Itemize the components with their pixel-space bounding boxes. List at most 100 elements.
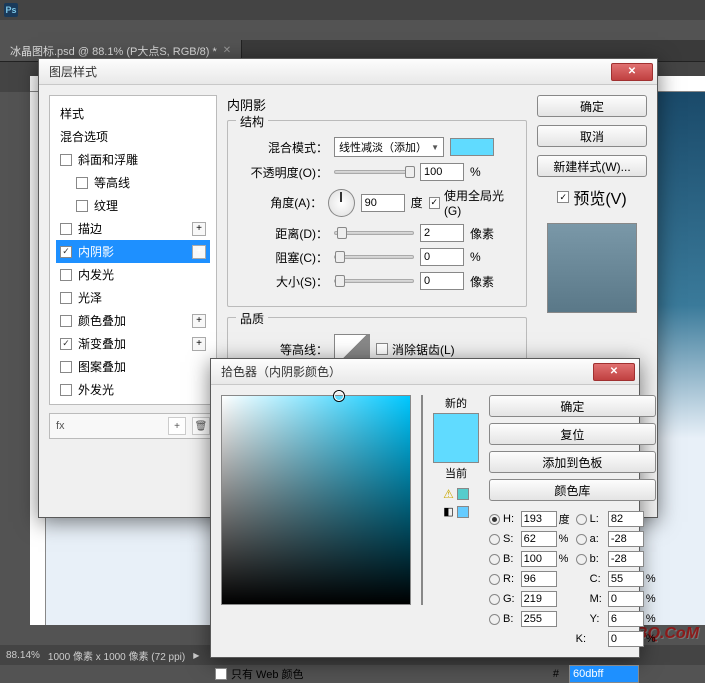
add-swatch-button[interactable]: 添加到色板 bbox=[489, 451, 656, 473]
choke-slider[interactable] bbox=[334, 255, 414, 259]
fx-toolbar: fx + 🗑 bbox=[49, 413, 217, 439]
menu-bar[interactable] bbox=[0, 20, 705, 40]
channel-input[interactable] bbox=[521, 611, 557, 627]
color-libraries-button[interactable]: 颜色库 bbox=[489, 479, 656, 501]
websafe-swatch[interactable] bbox=[457, 506, 469, 518]
new-current-swatch[interactable] bbox=[433, 413, 479, 463]
style-checkbox[interactable] bbox=[76, 200, 88, 212]
blend-mode-select[interactable]: 线性减淡（添加）▼ bbox=[334, 137, 444, 157]
channel-input[interactable] bbox=[608, 551, 644, 567]
style-item[interactable]: 描边+ bbox=[56, 217, 210, 240]
new-color bbox=[434, 414, 478, 438]
style-item[interactable]: ✓ 内阴影 + bbox=[56, 240, 210, 263]
choke-input[interactable] bbox=[420, 248, 464, 266]
style-checkbox[interactable] bbox=[60, 361, 72, 373]
angle-dial[interactable] bbox=[328, 189, 354, 217]
add-effect-icon[interactable]: + bbox=[192, 314, 206, 328]
style-item[interactable]: ✓投影+ bbox=[56, 401, 210, 405]
add-effect-icon[interactable]: + bbox=[192, 222, 206, 236]
channel-input[interactable] bbox=[608, 591, 644, 607]
shadow-color-swatch[interactable] bbox=[450, 138, 494, 156]
channel-input[interactable] bbox=[521, 531, 557, 547]
ok-button[interactable]: 确定 bbox=[489, 395, 656, 417]
distance-input[interactable] bbox=[420, 224, 464, 242]
add-effect-icon[interactable]: + bbox=[192, 245, 206, 259]
size-input[interactable] bbox=[420, 272, 464, 290]
new-label: 新的 bbox=[445, 395, 467, 411]
style-subitem[interactable]: 纹理 bbox=[56, 194, 210, 217]
new-style-button[interactable]: 新建样式(W)... bbox=[537, 155, 647, 177]
close-button[interactable]: ✕ bbox=[593, 363, 635, 381]
hue-slider[interactable] bbox=[421, 395, 423, 605]
channel-input[interactable] bbox=[608, 511, 644, 527]
style-item[interactable]: 斜面和浮雕 bbox=[56, 148, 210, 171]
style-label: 图案叠加 bbox=[78, 358, 126, 375]
channel-radio[interactable] bbox=[576, 514, 587, 525]
style-label: 内阴影 bbox=[78, 243, 114, 260]
channel-input[interactable] bbox=[608, 531, 644, 547]
color-field[interactable] bbox=[221, 395, 411, 605]
channel-radio[interactable] bbox=[489, 514, 500, 525]
antialias-checkbox[interactable]: 消除锯齿(L) bbox=[376, 341, 455, 358]
dialog-title: 拾色器（内阴影颜色） bbox=[221, 363, 341, 380]
close-icon[interactable]: ✕ bbox=[223, 45, 231, 56]
channel-radio[interactable] bbox=[489, 574, 500, 585]
size-slider[interactable] bbox=[334, 279, 414, 283]
style-checkbox[interactable] bbox=[60, 315, 72, 327]
style-item[interactable]: 光泽 bbox=[56, 286, 210, 309]
close-button[interactable]: ✕ bbox=[611, 63, 653, 81]
cancel-button[interactable]: 取消 bbox=[537, 125, 647, 147]
channel-input[interactable] bbox=[608, 631, 644, 647]
channel-radio[interactable] bbox=[489, 614, 500, 625]
style-checkbox[interactable]: ✓ bbox=[60, 246, 72, 258]
gamut-warning-icon[interactable]: ⚠ bbox=[443, 487, 454, 501]
channel-radio[interactable] bbox=[489, 554, 500, 565]
style-checkbox[interactable] bbox=[60, 384, 72, 396]
distance-slider[interactable] bbox=[334, 231, 414, 235]
web-colors-checkbox[interactable]: 只有 Web 颜色 bbox=[215, 666, 304, 682]
style-checkbox[interactable] bbox=[60, 292, 72, 304]
channel-radio[interactable] bbox=[489, 594, 500, 605]
style-subitem[interactable]: 等高线 bbox=[56, 171, 210, 194]
channel-radio[interactable] bbox=[489, 534, 500, 545]
style-checkbox[interactable]: ✓ bbox=[60, 338, 72, 350]
channel-input[interactable] bbox=[608, 571, 644, 587]
channel-radio[interactable] bbox=[576, 554, 587, 565]
websafe-warning-icon[interactable]: ◧ bbox=[443, 505, 453, 518]
ok-button[interactable]: 确定 bbox=[537, 95, 647, 117]
styles-header[interactable]: 样式 bbox=[56, 102, 210, 125]
gamut-swatch[interactable] bbox=[457, 488, 469, 500]
opacity-input[interactable] bbox=[420, 163, 464, 181]
channel-input[interactable] bbox=[608, 611, 644, 627]
add-effect-icon[interactable]: + bbox=[192, 337, 206, 351]
hex-input[interactable] bbox=[569, 665, 639, 683]
blend-options[interactable]: 混合选项 bbox=[56, 125, 210, 148]
style-checkbox[interactable] bbox=[76, 177, 88, 189]
style-item[interactable]: 颜色叠加+ bbox=[56, 309, 210, 332]
style-label: 外发光 bbox=[78, 381, 114, 398]
channel-input[interactable] bbox=[521, 591, 557, 607]
global-light-checkbox[interactable]: ✓使用全局光(G) bbox=[429, 187, 516, 218]
style-item[interactable]: 内发光 bbox=[56, 263, 210, 286]
style-checkbox[interactable] bbox=[60, 269, 72, 281]
choke-label: 阻塞(C)： bbox=[238, 249, 328, 266]
style-checkbox[interactable] bbox=[60, 223, 72, 235]
style-item[interactable]: 外发光 bbox=[56, 378, 210, 401]
preview-checkbox[interactable]: ✓预览(V) bbox=[537, 185, 647, 209]
color-marker[interactable] bbox=[334, 391, 344, 401]
opacity-slider[interactable] bbox=[334, 170, 414, 174]
style-checkbox[interactable] bbox=[60, 154, 72, 166]
angle-input[interactable] bbox=[361, 194, 405, 212]
style-item[interactable]: ✓渐变叠加+ bbox=[56, 332, 210, 355]
channel-input[interactable] bbox=[521, 511, 557, 527]
toolbox[interactable] bbox=[0, 92, 30, 665]
style-item[interactable]: 图案叠加 bbox=[56, 355, 210, 378]
reset-button[interactable]: 复位 bbox=[489, 423, 656, 445]
zoom-level[interactable]: 88.14% bbox=[6, 650, 40, 661]
channel-input[interactable] bbox=[521, 571, 557, 587]
styles-list: 样式 混合选项 斜面和浮雕等高线纹理描边+ ✓ 内阴影 + 内发光光泽颜色叠加+✓渐变叠… bbox=[49, 95, 217, 405]
fx-delete-icon[interactable]: 🗑 bbox=[192, 417, 210, 435]
channel-radio[interactable] bbox=[576, 534, 587, 545]
channel-input[interactable] bbox=[521, 551, 557, 567]
fx-add-icon[interactable]: + bbox=[168, 417, 186, 435]
